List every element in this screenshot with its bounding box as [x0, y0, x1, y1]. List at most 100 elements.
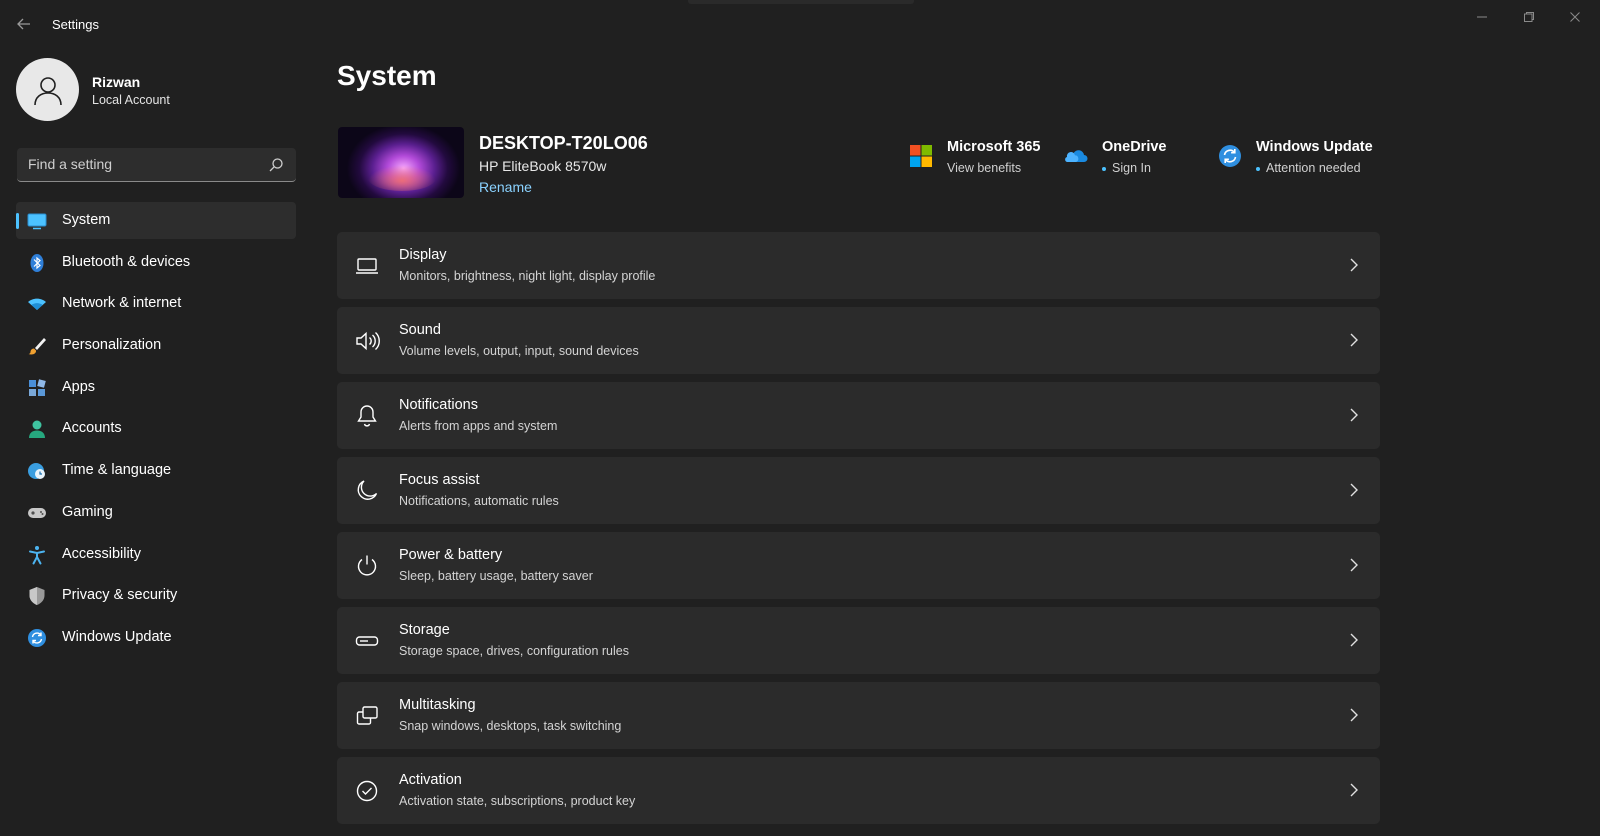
sidebar-item-label: Time & language [62, 462, 172, 479]
restore-icon[interactable] [1517, 8, 1541, 26]
account-type: Local Account [92, 93, 170, 107]
sidebar: Rizwan Local Account Find a setting Syst… [0, 48, 316, 836]
sidebar-nav: System Bluetooth & devices Network & int… [16, 202, 296, 661]
search-box[interactable]: Find a setting [17, 148, 296, 182]
system-icon [27, 211, 47, 231]
chevron-right-icon [1346, 407, 1360, 423]
card-sound[interactable]: Sound Volume levels, output, input, soun… [337, 307, 1380, 374]
accessibility-icon [27, 545, 47, 565]
sidebar-item-privacy[interactable]: Privacy & security [16, 577, 296, 614]
multitasking-icon [354, 703, 380, 729]
chevron-right-icon [1346, 332, 1360, 348]
moon-icon [354, 478, 380, 504]
card-title: Notifications [399, 397, 478, 413]
card-title: Focus assist [399, 472, 480, 488]
card-title: Sound [399, 322, 441, 338]
quick-link-title: OneDrive [1102, 139, 1167, 155]
quick-link-title: Windows Update [1256, 139, 1373, 155]
device-name: DESKTOP-T20LO06 [479, 133, 648, 153]
card-title: Display [399, 247, 447, 263]
chevron-right-icon [1346, 707, 1360, 723]
search-icon[interactable] [268, 157, 284, 173]
accounts-icon [27, 419, 47, 439]
card-subtitle: Alerts from apps and system [399, 419, 558, 433]
page-title: System [337, 60, 437, 91]
rename-link[interactable]: Rename [479, 179, 532, 195]
minimize-icon[interactable] [1470, 8, 1494, 26]
check-circle-icon [354, 778, 380, 804]
sidebar-item-gaming[interactable]: Gaming [16, 494, 296, 531]
apps-icon [27, 378, 47, 398]
sidebar-item-label: Windows Update [62, 628, 172, 645]
quick-link-subtitle: Attention needed [1256, 161, 1361, 175]
card-focus-assist[interactable]: Focus assist Notifications, automatic ru… [337, 457, 1380, 524]
bell-icon [354, 403, 380, 429]
sidebar-item-network[interactable]: Network & internet [16, 285, 296, 322]
card-title: Power & battery [399, 547, 503, 563]
sidebar-item-accessibility[interactable]: Accessibility [16, 536, 296, 573]
update-icon [27, 628, 47, 648]
card-multitasking[interactable]: Multitasking Snap windows, desktops, tas… [337, 682, 1380, 749]
card-subtitle: Notifications, automatic rules [399, 494, 559, 508]
sidebar-item-bluetooth[interactable]: Bluetooth & devices [16, 244, 296, 281]
globe-clock-icon [27, 461, 47, 481]
chevron-right-icon [1346, 632, 1360, 648]
sidebar-item-label: Bluetooth & devices [62, 253, 191, 270]
card-activation[interactable]: Activation Activation state, subscriptio… [337, 757, 1380, 824]
close-icon[interactable] [1563, 8, 1587, 26]
card-subtitle: Sleep, battery usage, battery saver [399, 569, 593, 583]
chevron-right-icon [1346, 257, 1360, 273]
card-display[interactable]: Display Monitors, brightness, night ligh… [337, 232, 1380, 299]
wifi-icon [27, 294, 47, 314]
card-subtitle: Volume levels, output, input, sound devi… [399, 344, 639, 358]
sidebar-item-system[interactable]: System [16, 202, 296, 239]
quick-link-subtitle: View benefits [947, 161, 1022, 175]
chevron-right-icon [1346, 782, 1360, 798]
chevron-right-icon [1346, 557, 1360, 573]
sidebar-item-personalization[interactable]: Personalization [16, 327, 296, 364]
card-storage[interactable]: Storage Storage space, drives, configura… [337, 607, 1380, 674]
storage-icon [354, 628, 380, 654]
card-power-battery[interactable]: Power & battery Sleep, battery usage, ba… [337, 532, 1380, 599]
app-title: Settings [52, 17, 99, 32]
drag-handle[interactable] [688, 0, 914, 4]
status-dot [1256, 166, 1260, 171]
card-title: Activation [399, 772, 462, 788]
user-name: Rizwan [92, 74, 141, 90]
sidebar-item-label: Personalization [62, 337, 162, 354]
quick-link-subtitle: Sign In [1102, 161, 1151, 175]
sidebar-item-time-language[interactable]: Time & language [16, 452, 296, 489]
sidebar-item-apps[interactable]: Apps [16, 369, 296, 406]
card-title: Multitasking [399, 697, 476, 713]
shield-icon [27, 586, 47, 606]
sidebar-item-windows-update[interactable]: Windows Update [16, 619, 296, 656]
gamepad-icon [27, 503, 47, 523]
display-icon [354, 253, 380, 279]
chevron-right-icon [1346, 482, 1360, 498]
brush-icon [27, 336, 47, 356]
card-subtitle: Activation state, subscriptions, product… [399, 794, 636, 808]
sidebar-item-label: Gaming [62, 503, 113, 520]
sidebar-item-label: Accounts [62, 420, 122, 437]
card-subtitle: Snap windows, desktops, task switching [399, 719, 622, 733]
sidebar-item-accounts[interactable]: Accounts [16, 410, 296, 447]
back-arrow-icon[interactable] [14, 14, 34, 34]
status-dot [1102, 166, 1106, 171]
speaker-icon [354, 328, 380, 354]
card-subtitle: Monitors, brightness, night light, displ… [399, 269, 656, 283]
sidebar-item-label: Network & internet [62, 295, 182, 312]
sidebar-item-label: Accessibility [62, 545, 141, 562]
card-notifications[interactable]: Notifications Alerts from apps and syste… [337, 382, 1380, 449]
sidebar-item-label: Privacy & security [62, 587, 178, 604]
sidebar-item-label: Apps [62, 378, 96, 395]
avatar[interactable] [16, 58, 79, 121]
power-icon [354, 553, 380, 579]
device-wallpaper-thumbnail [338, 127, 464, 198]
card-title: Storage [399, 622, 450, 638]
sidebar-item-label: System [62, 212, 111, 228]
quick-link-title: Microsoft 365 [947, 139, 1041, 155]
microsoft-365-icon [909, 144, 933, 168]
search-input[interactable]: Find a setting [28, 156, 112, 172]
settings-list: Display Monitors, brightness, night ligh… [337, 232, 1380, 832]
title-bar: Settings [0, 0, 1600, 48]
